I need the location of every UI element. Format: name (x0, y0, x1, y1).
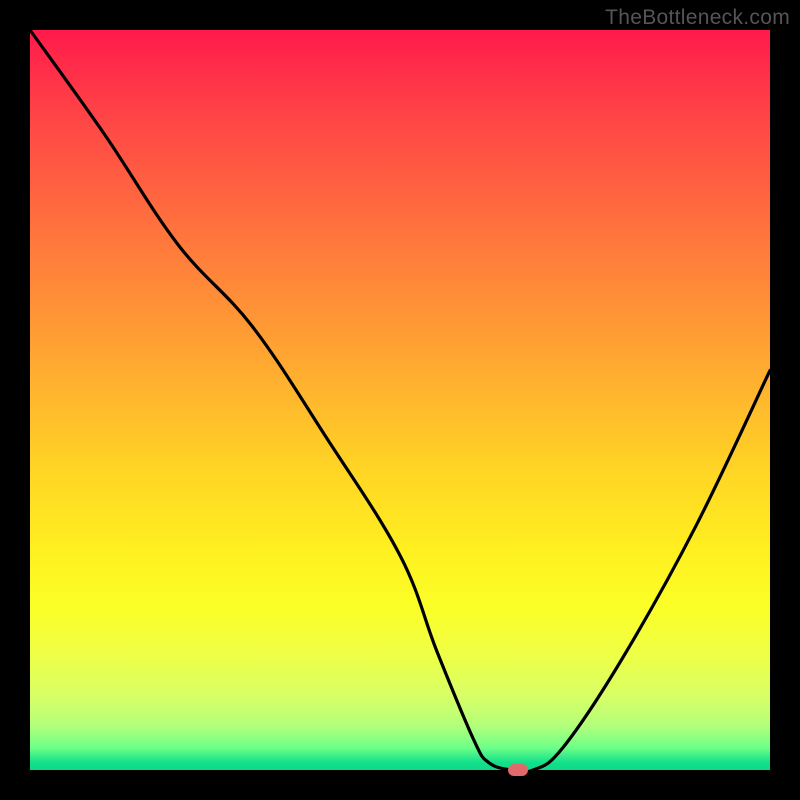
chart-frame: TheBottleneck.com (0, 0, 800, 800)
bottleneck-curve-path (30, 30, 770, 772)
curve-svg (30, 30, 770, 770)
optimum-marker (508, 764, 528, 776)
plot-area (30, 30, 770, 770)
watermark-text: TheBottleneck.com (605, 6, 790, 30)
